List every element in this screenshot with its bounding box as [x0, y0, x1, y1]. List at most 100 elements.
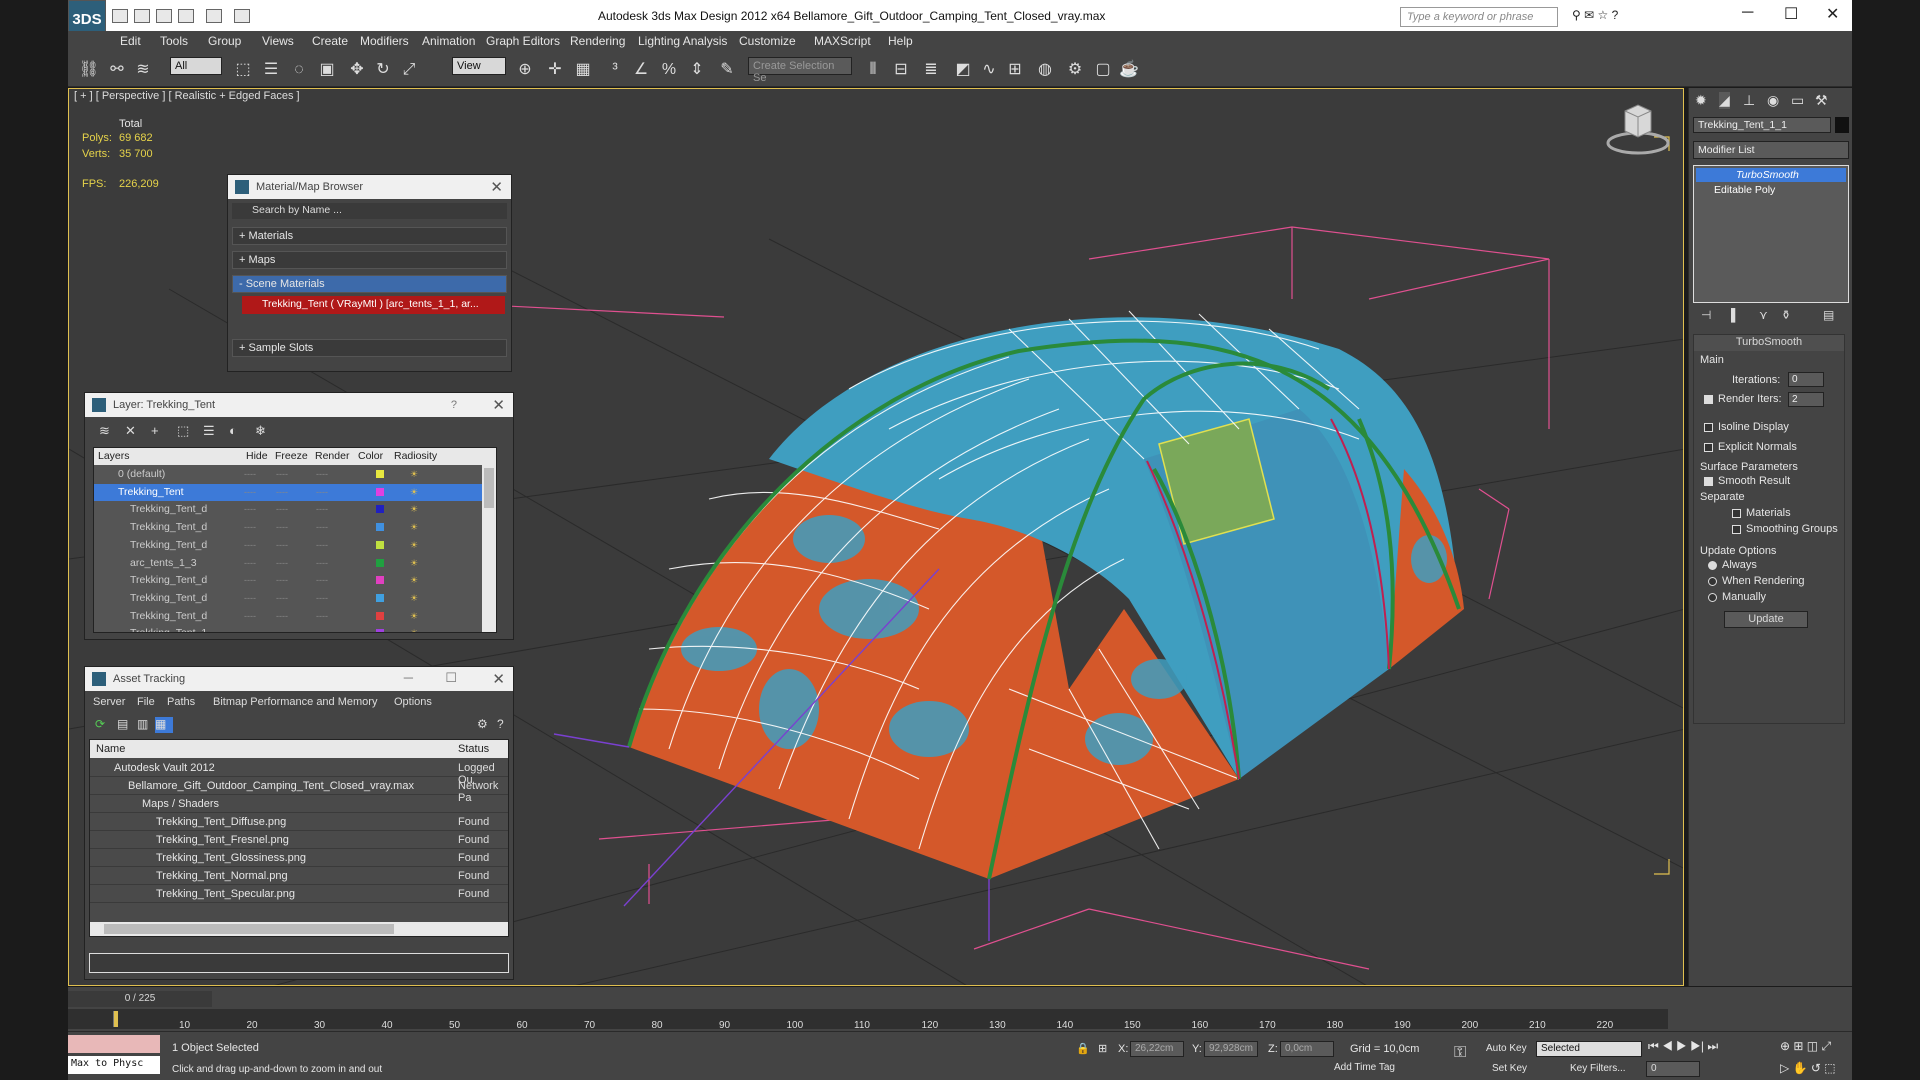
help-icon[interactable]: ? — [497, 717, 504, 731]
asset-row[interactable]: Trekking_Tent_Normal.png Found — [90, 867, 508, 885]
selection-filter-dropdown[interactable]: All — [170, 57, 222, 75]
asset-row[interactable]: Trekking_Tent_Specular.png Found — [90, 885, 508, 903]
radiosity-icon[interactable]: ☀ — [410, 575, 418, 586]
auto-key-button[interactable]: Auto Key — [1486, 1043, 1527, 1054]
material-search-input[interactable]: Search by Name ... — [232, 203, 507, 219]
playback-controls[interactable]: ⏮ ◀ ▶ ▶| ⏭ — [1648, 1039, 1718, 1054]
scrollbar-thumb[interactable] — [104, 924, 394, 934]
select-in-layer-icon[interactable]: ⬚ — [177, 423, 189, 439]
rollout-maps[interactable]: + Maps — [232, 251, 507, 269]
display-tab-icon[interactable]: ▭ — [1791, 92, 1804, 109]
key-filters-button[interactable]: Key Filters... — [1570, 1063, 1626, 1074]
maxscript-input[interactable]: Max to Physc — [68, 1056, 160, 1074]
lock-selection-icon[interactable]: 🔒 — [1076, 1042, 1090, 1055]
layer-toggle[interactable]: ---- — [316, 628, 328, 632]
menu-edit[interactable]: Edit — [120, 34, 141, 48]
infocenter-icons[interactable]: ⚲ ✉ ☆ ? — [1572, 8, 1618, 22]
update-button[interactable]: Update — [1724, 611, 1808, 628]
scrollbar-thumb[interactable] — [484, 468, 494, 508]
layer-toggle[interactable]: ---- — [316, 522, 328, 532]
layer-color-swatch[interactable] — [376, 470, 384, 478]
x-coordinate-field[interactable]: 26,22cm — [1130, 1041, 1184, 1057]
menu-help[interactable]: Help — [888, 34, 913, 48]
asset-menu-server[interactable]: Server — [93, 696, 125, 708]
layer-toggle[interactable]: ---- — [244, 540, 256, 550]
absolute-mode-icon[interactable]: ⊞ — [1098, 1042, 1107, 1055]
add-time-tag[interactable]: Add Time Tag — [1334, 1062, 1395, 1073]
set-key-icon[interactable]: ⚿ — [1454, 1044, 1466, 1062]
layer-color-swatch[interactable] — [376, 611, 384, 620]
close-icon[interactable]: ✕ — [492, 396, 505, 414]
percent-snap-icon[interactable]: % — [658, 59, 680, 81]
layer-toggle[interactable]: ---- — [244, 522, 256, 532]
layer-toggle[interactable]: ---- — [316, 611, 328, 621]
material-browser-titlebar[interactable]: Material/Map Browser ✕ — [228, 175, 511, 199]
asset-row[interactable]: Trekking_Tent_Diffuse.png Found — [90, 813, 508, 831]
isoline-checkbox[interactable] — [1704, 423, 1713, 432]
radiosity-icon[interactable]: ☀ — [410, 469, 418, 480]
highlight-layer-icon[interactable]: ☰ — [203, 423, 215, 439]
layer-toggle[interactable]: ---- — [276, 487, 288, 497]
rendered-frame-window-icon[interactable]: ▢ — [1092, 59, 1114, 81]
menu-rendering[interactable]: Rendering — [570, 34, 625, 48]
smooth-result-checkbox[interactable] — [1704, 477, 1713, 486]
radiosity-icon[interactable]: ☀ — [410, 522, 418, 533]
menu-graph-editors[interactable]: Graph Editors — [486, 34, 560, 48]
layer-color-swatch[interactable] — [376, 558, 384, 567]
open-file-icon[interactable] — [134, 9, 150, 23]
list-view-icon[interactable]: ▤ — [117, 717, 128, 731]
maxscript-mini-listener[interactable] — [68, 1035, 160, 1053]
asset-row[interactable]: Maps / Shaders — [90, 795, 508, 813]
layer-manager-titlebar[interactable]: Layer: Trekking_Tent ? ✕ — [85, 393, 513, 417]
layer-row[interactable]: Trekking_Tent_d ---- ---- ---- ☀ — [94, 590, 484, 608]
radiosity-icon[interactable]: ☀ — [410, 593, 418, 604]
layer-toggle[interactable]: ---- — [276, 522, 288, 532]
layer-toggle[interactable]: ---- — [316, 540, 328, 550]
show-end-result-icon[interactable]: ▌ — [1731, 308, 1740, 322]
radiosity-icon[interactable]: ☀ — [410, 504, 418, 515]
vault-connect-icon[interactable]: ⚙ — [477, 717, 488, 731]
viewport-nav-icons[interactable]: ⊕ ⊞ ◫ ⤢ — [1780, 1039, 1831, 1054]
when-rendering-radio[interactable] — [1708, 577, 1717, 586]
viewcube[interactable] — [1605, 97, 1671, 157]
create-tab-icon[interactable]: ✹ — [1695, 92, 1707, 109]
align-icon[interactable]: ⊟ — [890, 59, 912, 81]
radiosity-icon[interactable]: ☀ — [410, 611, 418, 622]
layer-row[interactable]: 0 (default) ---- ---- ---- ☀ — [94, 466, 484, 484]
asset-col-status[interactable]: Status — [458, 743, 489, 755]
menu-modifiers[interactable]: Modifiers — [360, 34, 409, 48]
explicit-normals-checkbox[interactable] — [1704, 443, 1713, 452]
remove-modifier-icon[interactable]: ⚱ — [1781, 308, 1791, 322]
select-by-name-icon[interactable]: ☰ — [260, 59, 282, 81]
hide-all-layers-icon[interactable]: ◐ — [229, 423, 237, 438]
object-name-field[interactable]: Trekking_Tent_1_1 — [1693, 117, 1831, 133]
rollout-scene-materials[interactable]: - Scene Materials — [232, 275, 507, 293]
hierarchy-tab-icon[interactable]: ⊥ — [1743, 92, 1755, 109]
asset-menu-options[interactable]: Options — [394, 696, 432, 708]
layer-toggle[interactable]: ---- — [244, 575, 256, 585]
layer-color-swatch[interactable] — [376, 487, 384, 496]
make-unique-icon[interactable]: ⋎ — [1759, 308, 1768, 322]
layer-toggle[interactable]: ---- — [244, 558, 256, 568]
layer-toggle[interactable]: ---- — [316, 469, 328, 479]
y-coordinate-field[interactable]: 92,928cm — [1204, 1041, 1258, 1057]
scene-material-item[interactable]: Trekking_Tent ( VRayMtl ) [arc_tents_1_1… — [242, 296, 505, 314]
layer-toggle[interactable]: ---- — [276, 593, 288, 603]
layer-toggle[interactable]: ---- — [276, 611, 288, 621]
menu-maxscript[interactable]: MAXScript — [814, 34, 871, 48]
layer-toggle[interactable]: ---- — [276, 540, 288, 550]
time-slider[interactable]: 0 / 225 — [68, 991, 212, 1007]
reference-coordinate-dropdown[interactable]: View — [452, 57, 506, 75]
mirror-icon[interactable]: ⫴ — [862, 59, 884, 81]
link-icon[interactable]: ⛓ — [78, 59, 100, 81]
stack-item-turbosmooth[interactable]: TurboSmooth — [1696, 168, 1846, 182]
bind-space-warp-icon[interactable]: ≋ — [132, 59, 154, 81]
modify-tab-icon[interactable]: ◢ — [1719, 92, 1730, 109]
rollout-materials[interactable]: + Materials — [232, 227, 507, 245]
snaps-toggle-icon[interactable]: ³ — [604, 59, 626, 81]
radiosity-icon[interactable]: ☀ — [410, 558, 418, 569]
motion-tab-icon[interactable]: ◉ — [1767, 92, 1779, 109]
spinner-snap-icon[interactable]: ⇕ — [686, 59, 708, 81]
layer-toggle[interactable]: ---- — [316, 593, 328, 603]
layer-manager-icon[interactable]: ≣ — [920, 59, 942, 81]
